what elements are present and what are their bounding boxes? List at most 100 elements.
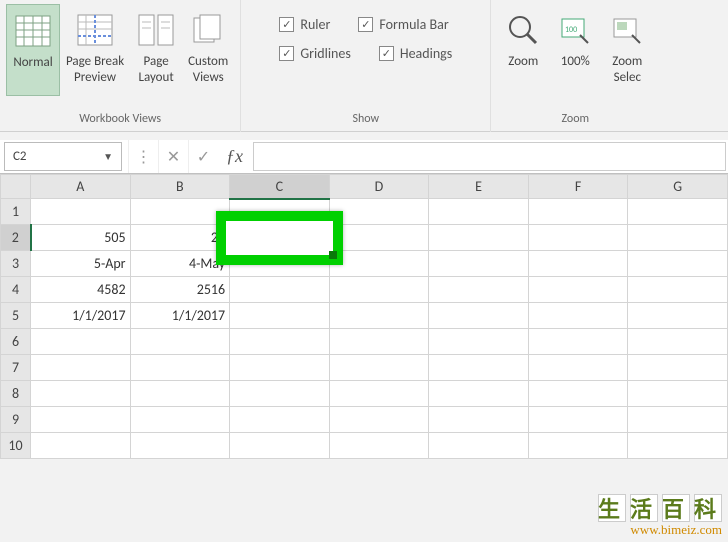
cell[interactable]: 2516 bbox=[130, 277, 230, 303]
cell[interactable] bbox=[429, 277, 529, 303]
cell[interactable] bbox=[528, 433, 628, 459]
ruler-checkbox[interactable]: ✓ Ruler bbox=[279, 16, 330, 33]
row-header[interactable]: 7 bbox=[1, 355, 31, 381]
row-header[interactable]: 3 bbox=[1, 251, 31, 277]
zoom-button[interactable]: Zoom bbox=[497, 4, 549, 96]
cell[interactable] bbox=[528, 303, 628, 329]
cell[interactable] bbox=[230, 355, 330, 381]
cell[interactable] bbox=[528, 225, 628, 251]
cell[interactable] bbox=[329, 329, 429, 355]
cell[interactable] bbox=[628, 329, 728, 355]
cell[interactable] bbox=[130, 381, 230, 407]
cell[interactable] bbox=[628, 433, 728, 459]
cell[interactable] bbox=[230, 199, 330, 225]
col-header[interactable]: A bbox=[31, 175, 131, 199]
zoom-100-button[interactable]: 100 100% bbox=[549, 4, 601, 96]
cell[interactable] bbox=[31, 407, 131, 433]
cell[interactable] bbox=[230, 433, 330, 459]
cell[interactable] bbox=[329, 303, 429, 329]
cell[interactable] bbox=[628, 277, 728, 303]
cell[interactable] bbox=[628, 199, 728, 225]
cell[interactable] bbox=[329, 199, 429, 225]
cell[interactable] bbox=[230, 251, 330, 277]
cell[interactable] bbox=[528, 407, 628, 433]
cell[interactable] bbox=[429, 251, 529, 277]
cell[interactable] bbox=[130, 407, 230, 433]
cell[interactable]: 4582 bbox=[31, 277, 131, 303]
cell[interactable] bbox=[31, 355, 131, 381]
cell[interactable]: 1/1/2017 bbox=[31, 303, 131, 329]
fx-icon[interactable]: ƒx bbox=[218, 140, 251, 173]
cell[interactable]: 505 bbox=[31, 225, 131, 251]
cell[interactable] bbox=[429, 303, 529, 329]
row-header[interactable]: 10 bbox=[1, 433, 31, 459]
cell[interactable] bbox=[628, 355, 728, 381]
cell[interactable]: 4-May bbox=[130, 251, 230, 277]
cell[interactable] bbox=[130, 199, 230, 225]
custom-views-button[interactable]: Custom Views bbox=[182, 4, 234, 96]
cell-selected[interactable] bbox=[230, 225, 330, 251]
row-header[interactable]: 6 bbox=[1, 329, 31, 355]
cell[interactable] bbox=[31, 433, 131, 459]
cell[interactable] bbox=[230, 303, 330, 329]
cell[interactable] bbox=[628, 303, 728, 329]
cell[interactable] bbox=[429, 433, 529, 459]
row-header[interactable]: 4 bbox=[1, 277, 31, 303]
cell[interactable] bbox=[130, 355, 230, 381]
col-header[interactable]: D bbox=[329, 175, 429, 199]
cell[interactable] bbox=[329, 251, 429, 277]
cell[interactable] bbox=[130, 329, 230, 355]
row-header[interactable]: 9 bbox=[1, 407, 31, 433]
formula-bar-checkbox[interactable]: ✓ Formula Bar bbox=[358, 16, 448, 33]
cell[interactable] bbox=[528, 329, 628, 355]
cell[interactable] bbox=[528, 381, 628, 407]
cell[interactable] bbox=[528, 355, 628, 381]
cell[interactable] bbox=[429, 355, 529, 381]
cell[interactable] bbox=[628, 381, 728, 407]
formula-input[interactable] bbox=[253, 142, 726, 171]
cell[interactable]: 1/1/2017 bbox=[130, 303, 230, 329]
name-box[interactable]: C2 ▼ bbox=[4, 142, 122, 171]
row-header[interactable]: 2 bbox=[1, 225, 31, 251]
cell[interactable] bbox=[429, 381, 529, 407]
cell[interactable] bbox=[628, 407, 728, 433]
page-layout-button[interactable]: Page Layout bbox=[130, 4, 182, 96]
cell[interactable] bbox=[230, 407, 330, 433]
cell[interactable]: 5-Apr bbox=[31, 251, 131, 277]
cell[interactable] bbox=[528, 199, 628, 225]
col-header[interactable]: G bbox=[628, 175, 728, 199]
cell[interactable] bbox=[429, 329, 529, 355]
page-break-preview-button[interactable]: Page Break Preview bbox=[60, 4, 130, 96]
cell[interactable] bbox=[329, 407, 429, 433]
cell[interactable] bbox=[329, 381, 429, 407]
cell[interactable] bbox=[329, 225, 429, 251]
cell[interactable] bbox=[31, 381, 131, 407]
cancel-formula-button[interactable]: ✕ bbox=[158, 140, 188, 173]
col-header[interactable]: B bbox=[130, 175, 230, 199]
col-header[interactable]: C bbox=[230, 175, 330, 199]
cell[interactable] bbox=[31, 199, 131, 225]
cell[interactable] bbox=[528, 251, 628, 277]
gridlines-checkbox[interactable]: ✓ Gridlines bbox=[279, 45, 351, 62]
zoom-to-selection-button[interactable]: Zoom Selec bbox=[601, 4, 653, 96]
cell[interactable] bbox=[429, 407, 529, 433]
normal-view-button[interactable]: Normal bbox=[6, 4, 60, 96]
headings-checkbox[interactable]: ✓ Headings bbox=[379, 45, 452, 62]
cell[interactable] bbox=[429, 199, 529, 225]
row-header[interactable]: 5 bbox=[1, 303, 31, 329]
cell[interactable] bbox=[31, 329, 131, 355]
cell[interactable] bbox=[329, 277, 429, 303]
cell[interactable] bbox=[329, 433, 429, 459]
cell[interactable] bbox=[130, 433, 230, 459]
col-header[interactable]: E bbox=[429, 175, 529, 199]
row-header[interactable]: 8 bbox=[1, 381, 31, 407]
col-header[interactable]: F bbox=[528, 175, 628, 199]
cell[interactable] bbox=[230, 329, 330, 355]
row-header[interactable]: 1 bbox=[1, 199, 31, 225]
cell[interactable] bbox=[528, 277, 628, 303]
cell[interactable] bbox=[230, 381, 330, 407]
cell[interactable] bbox=[329, 355, 429, 381]
accept-formula-button[interactable]: ✓ bbox=[188, 140, 218, 173]
cell[interactable] bbox=[628, 251, 728, 277]
cell[interactable] bbox=[429, 225, 529, 251]
